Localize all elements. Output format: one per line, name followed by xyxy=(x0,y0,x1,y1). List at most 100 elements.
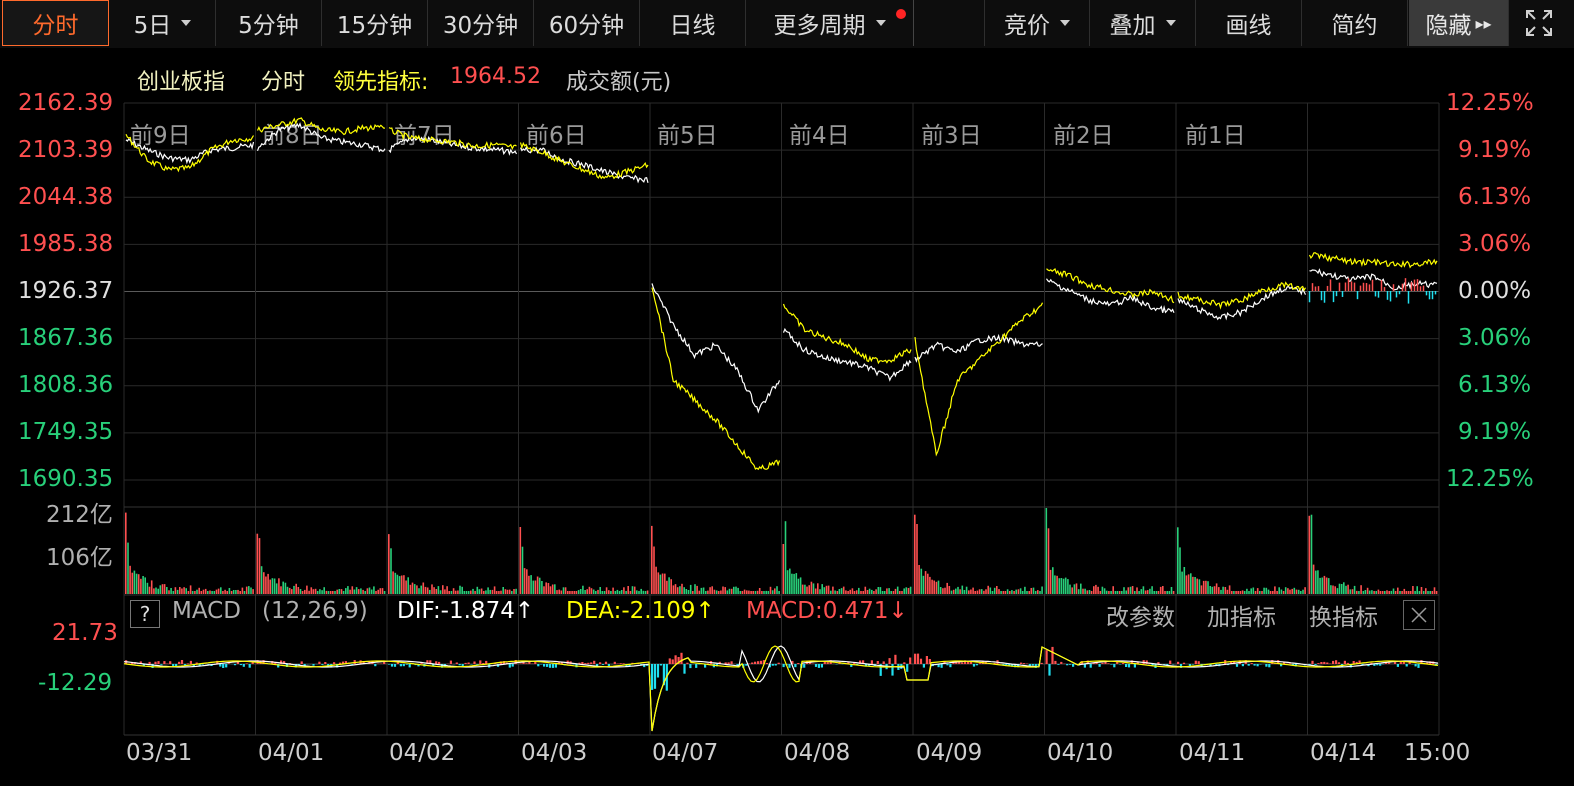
macd-bar xyxy=(1259,664,1262,665)
volume-bar xyxy=(976,590,979,594)
volume-bar xyxy=(379,588,382,594)
volume-bar xyxy=(454,590,457,594)
macd-bar xyxy=(1314,664,1317,665)
volume-bar xyxy=(1375,591,1377,594)
volume-bar xyxy=(1088,590,1091,594)
volume-bar xyxy=(370,589,373,594)
volume-bar xyxy=(243,591,246,594)
macd-bar xyxy=(1177,661,1180,664)
volume-bar xyxy=(521,546,524,594)
volume-bar xyxy=(1108,591,1110,594)
volume-bar xyxy=(1142,586,1145,594)
volume-bar xyxy=(996,586,998,594)
volume-bar xyxy=(146,582,149,594)
volume-bar xyxy=(1052,567,1054,594)
volume-bar xyxy=(420,585,422,594)
macd-bar xyxy=(1133,664,1136,668)
macd-bar xyxy=(757,661,760,664)
volume-bar xyxy=(1166,591,1168,594)
volume-bar xyxy=(903,588,905,594)
macd-bar xyxy=(551,664,555,668)
volume-bar xyxy=(1246,588,1248,594)
volume-bar xyxy=(672,585,675,594)
volume-bar xyxy=(530,575,532,594)
volume-bar xyxy=(174,587,177,594)
volume-bar xyxy=(511,591,513,594)
volume-bar xyxy=(700,587,703,594)
volume-bar xyxy=(543,586,545,594)
volume-bar xyxy=(1002,591,1005,594)
volume-bar xyxy=(1192,576,1194,594)
volume-bar xyxy=(362,589,364,594)
volume-bar xyxy=(215,589,218,594)
volume-bar xyxy=(1045,508,1048,594)
volume-bar xyxy=(1019,588,1022,594)
volume-bar xyxy=(1013,591,1015,594)
macd-bar xyxy=(148,661,151,664)
volume-bar xyxy=(1060,578,1063,594)
volume-bar xyxy=(681,583,683,594)
macd-bar xyxy=(511,664,514,667)
volume-bar xyxy=(413,584,416,594)
volume-bar xyxy=(1121,591,1123,594)
volume-bar xyxy=(623,587,625,594)
volume-bar xyxy=(1231,591,1233,594)
macd-bar xyxy=(537,664,540,667)
volume-bar xyxy=(150,580,153,594)
macd-bar xyxy=(695,664,698,668)
volume-bar xyxy=(1388,591,1390,594)
macd-bar xyxy=(1098,664,1101,667)
volume-bar xyxy=(577,590,580,594)
macd-bar xyxy=(473,661,476,664)
volume-bar xyxy=(1116,591,1119,594)
volume-bar xyxy=(629,591,632,594)
volume-bar xyxy=(1032,587,1035,594)
volume-bar xyxy=(222,591,224,594)
volume-bar xyxy=(657,572,660,594)
volume-bar xyxy=(500,590,502,594)
volume-bar xyxy=(437,586,440,594)
volume-bar xyxy=(883,591,886,594)
volume-bar xyxy=(523,568,526,594)
volume-bar xyxy=(1004,591,1007,594)
volume-bar xyxy=(135,573,138,594)
volume-bar xyxy=(1041,586,1043,594)
volume-bar xyxy=(366,588,369,594)
macd-bar xyxy=(683,664,686,674)
volume-bar xyxy=(1394,591,1397,594)
macd-bar xyxy=(248,664,251,668)
volume-bar xyxy=(726,590,729,594)
volume-bar xyxy=(696,585,698,594)
chart-canvas[interactable] xyxy=(0,0,1574,786)
volume-bar xyxy=(685,589,688,594)
macd-bar xyxy=(751,662,754,664)
volume-bar xyxy=(970,589,972,594)
volume-bar xyxy=(653,546,655,594)
volume-bar xyxy=(646,590,649,594)
volume-bar xyxy=(291,589,293,594)
macd-bar xyxy=(470,664,473,665)
macd-bar xyxy=(1045,650,1048,664)
volume-bar xyxy=(1024,586,1026,594)
volume-bar xyxy=(1349,589,1352,594)
macd-bar xyxy=(1040,662,1043,664)
volume-bar xyxy=(515,588,517,594)
volume-bar xyxy=(1134,591,1136,594)
volume-bar xyxy=(849,589,851,594)
volume-bar xyxy=(148,586,151,594)
volume-bar xyxy=(812,583,815,594)
volume-bar xyxy=(534,580,537,594)
volume-bar xyxy=(1224,587,1227,594)
volume-bar xyxy=(989,587,992,594)
macd-bar xyxy=(601,664,605,665)
volume-bar xyxy=(1418,591,1421,594)
volume-bar xyxy=(631,586,634,594)
volume-bar xyxy=(314,588,317,594)
volume-bar xyxy=(838,589,841,594)
volume-bar xyxy=(636,590,638,594)
macd-bar xyxy=(1127,664,1131,668)
volume-bar xyxy=(465,591,468,594)
volume-bar xyxy=(1248,591,1250,594)
macd-bar xyxy=(1235,664,1239,667)
volume-bar xyxy=(293,585,295,594)
